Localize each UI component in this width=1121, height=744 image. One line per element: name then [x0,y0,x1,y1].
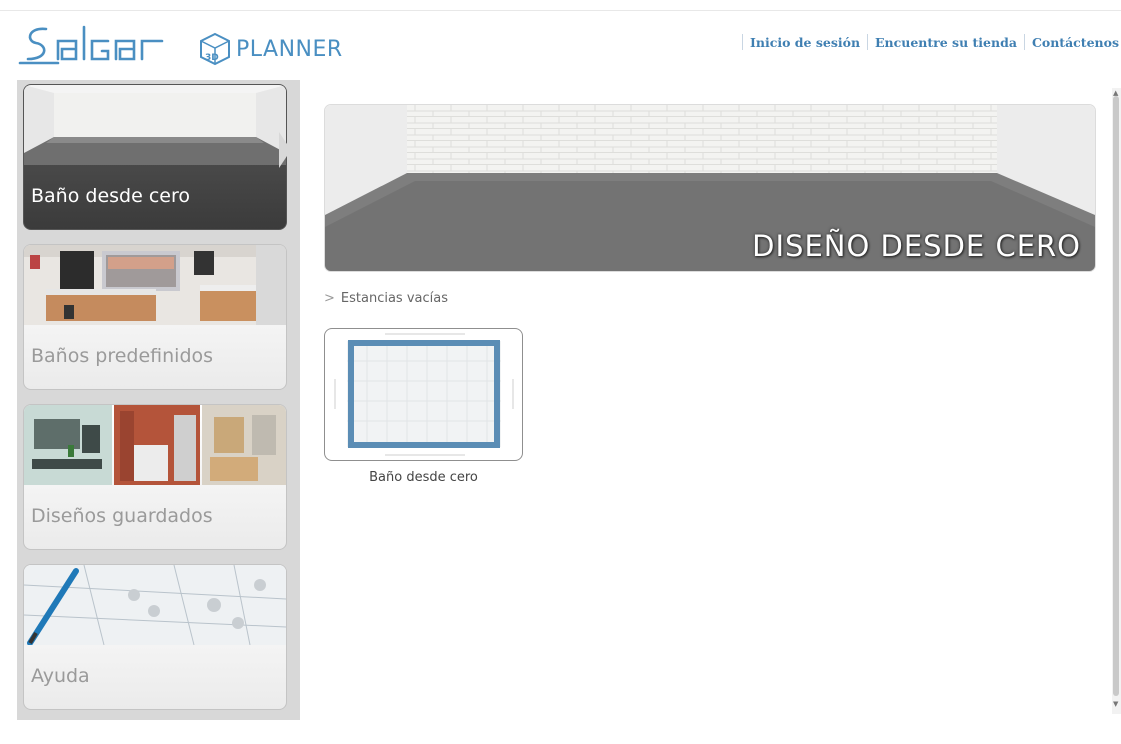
predefined-bathroom-thumbnail [24,245,286,325]
nav-separator [1023,34,1025,50]
sidebar-item-label: Ayuda [31,665,90,687]
nav-separator [867,34,869,50]
empty-room-thumbnail [24,85,286,165]
contact-link[interactable]: Contáctenos [1032,35,1119,50]
sidebar-item-disenos-guardados[interactable]: Diseños guardados [23,404,287,550]
login-link[interactable]: Inicio de sesión [750,35,860,50]
breadcrumb-label: Estancias vacías [340,291,448,306]
salgar-logo[interactable]: 3D PLANNER [18,24,343,74]
scroll-up-arrow-icon[interactable]: ▲ [1113,89,1118,97]
cube-label: 3D [205,53,219,63]
scroll-down-arrow-icon[interactable]: ▼ [1113,700,1118,708]
sidebar-item-banos-predefinidos[interactable]: Baños predefinidos [23,244,287,390]
top-divider [0,10,1121,11]
top-nav: Inicio de sesión Encuentre su tienda Con… [735,34,1119,50]
sidebar: Baño desde cero Baños predefinidos Diseñ… [17,80,300,720]
floor-plan-thumbnail [334,333,514,456]
sidebar-item-bano-desde-cero[interactable]: Baño desde cero [23,84,287,230]
product-name: PLANNER [236,36,343,62]
banner-title: DISEÑO DESDE CERO [752,229,1081,263]
find-store-link[interactable]: Encuentre su tienda [875,35,1017,50]
help-blueprint-thumbnail [24,565,286,645]
chevron-right-icon: > [324,291,335,306]
sidebar-item-label: Diseños guardados [31,505,213,527]
sidebar-item-label: Baños predefinidos [31,345,214,367]
brand-wordmark [18,23,178,75]
hero-banner: DISEÑO DESDE CERO [324,104,1096,272]
sidebar-item-label: Baño desde cero [31,185,190,207]
brand-wordmark-graphic [18,25,164,65]
saved-designs-thumbnail [24,405,286,485]
active-item-pointer [279,132,291,168]
room-template-label[interactable]: Baño desde cero [324,470,523,485]
breadcrumb: > Estancias vacías [324,291,448,306]
room-template-tile[interactable] [324,328,523,461]
nav-separator [742,34,744,50]
sidebar-item-ayuda[interactable]: Ayuda [23,564,287,710]
scrollbar-thumb[interactable] [1113,96,1119,696]
3d-cube-icon: 3D [200,32,230,66]
